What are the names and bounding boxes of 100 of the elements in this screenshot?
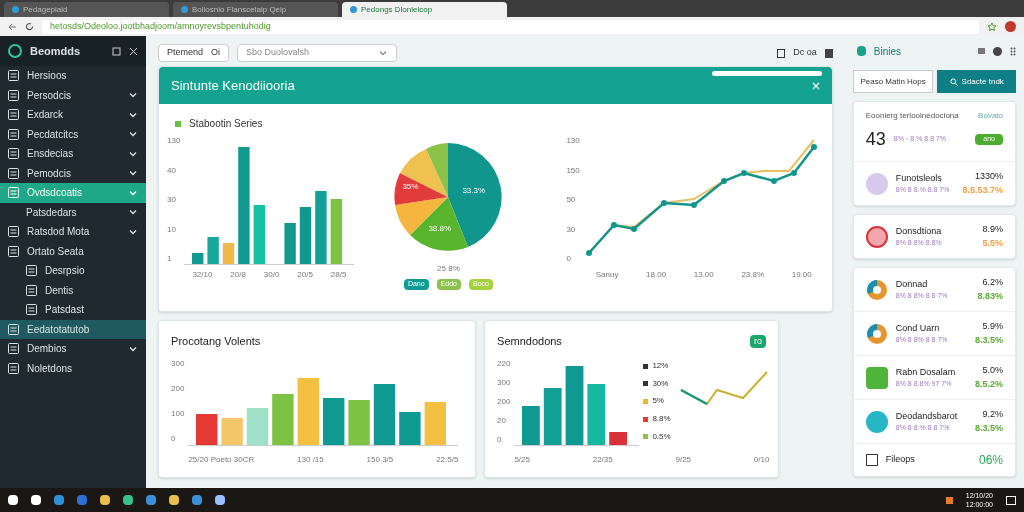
chart-bar (300, 207, 312, 265)
close-icon[interactable] (129, 46, 139, 56)
axis-tick: 9/25 (675, 453, 692, 466)
axis-tick: 150.3/5 (366, 453, 394, 466)
chart-bar (284, 223, 297, 265)
sidebar-item[interactable]: Ensdecias (0, 144, 147, 164)
summary-value: 43 (865, 128, 886, 151)
taskbar-app-icon[interactable] (100, 495, 110, 505)
entry-change: 8.5.2% (974, 377, 1003, 391)
sidebar-item[interactable]: Persodcis (0, 85, 147, 105)
chart-bar (207, 237, 220, 265)
browser-tab[interactable]: Pedongs Dlonleicop (342, 2, 507, 17)
sidebar-title: Beomdds (30, 43, 82, 59)
more-icon[interactable] (1010, 46, 1016, 56)
axis-tick: 0 (566, 253, 572, 265)
reload-icon[interactable] (25, 22, 34, 31)
axis-tick: 0/10 (753, 453, 770, 466)
search-button[interactable]: Sdacte tndk (937, 70, 1016, 93)
axis-tick: 5/25 (514, 453, 530, 466)
chart-bar (254, 205, 266, 265)
card-title: Sintunte Kenodiiooria (171, 76, 296, 95)
taskbar-app-icon[interactable] (215, 495, 225, 505)
entry-value: 8.9% (982, 223, 1003, 236)
sidebar-item[interactable]: Hersioos (0, 66, 147, 86)
taskbar-app-icon[interactable] (31, 495, 41, 505)
sidebar-item[interactable]: Noletdons (0, 358, 147, 378)
sidebar-item[interactable]: Exdarck (0, 105, 147, 125)
chart-bar (522, 405, 541, 446)
chart-bar (374, 383, 396, 446)
axis-tick: 0 (171, 433, 177, 446)
axis-tick: 130 /15 (297, 453, 324, 466)
sidebar-item[interactable]: Eedatotatutob (0, 319, 147, 339)
sidebar-item[interactable]: Ortato Seata (0, 241, 147, 261)
sidebar-item[interactable]: Pemodcis (0, 163, 147, 183)
sidebar-subitem[interactable]: Desrpsio (0, 261, 147, 281)
series-note: 30% (652, 377, 669, 390)
chart-bar (348, 399, 371, 446)
footer-value: 06% (978, 452, 1003, 469)
star-icon[interactable] (987, 21, 997, 32)
legend-swatch (175, 120, 182, 127)
toolbar-action[interactable]: Dc oa (793, 46, 817, 60)
avatar-icon[interactable] (1005, 21, 1016, 32)
sidebar-subitem[interactable]: Patsdedars (0, 202, 147, 222)
chart-bar (587, 383, 606, 446)
entry-name: Donsdtiona (895, 224, 943, 238)
axis-tick: 200 (171, 382, 185, 395)
card-title: Procotang Volents (171, 334, 262, 349)
chart-point (660, 200, 667, 206)
list-icon (26, 304, 37, 316)
browser-tab[interactable]: Bollosnio Flanscelaip Qeip (173, 2, 338, 17)
browser-icon (865, 278, 888, 301)
list-icon (8, 343, 19, 355)
axis-tick: 22.5/5 (436, 453, 459, 466)
taskbar-app-icon[interactable] (8, 495, 18, 505)
sidebar-item[interactable]: Ratsdod Mota (0, 222, 147, 242)
list-icon (26, 265, 37, 277)
back-icon[interactable] (8, 22, 17, 31)
sidebar-subitem[interactable]: Dentis (0, 280, 147, 300)
slice-label: 35% (402, 181, 419, 193)
sidebar-item[interactable]: Pecdatcitcs (0, 124, 147, 144)
sidebar-item[interactable]: Dembios (0, 339, 147, 359)
list-icon (8, 245, 19, 257)
entry-change: 8.5.53.7% (962, 183, 1003, 197)
chart-bar (544, 387, 562, 446)
search-field[interactable]: Sbo Duolovalsh (237, 44, 398, 62)
sidebar-subitem[interactable]: Patsdast (0, 300, 147, 320)
card-title: Semndodons (497, 334, 563, 349)
chart-point (585, 250, 592, 256)
address-bar[interactable]: hetosds/Odeoloo.jootbhadjoom/amnoyrevsbpentuhodig (42, 19, 979, 34)
axis-tick: 300 (497, 376, 511, 389)
list-icon (8, 89, 19, 101)
axis-tick: 20/5 (297, 269, 313, 281)
axis-tick: 130 (167, 135, 181, 147)
chart-point (720, 178, 727, 184)
series-note: 5% (652, 395, 664, 408)
browser-icon (865, 322, 888, 345)
chart-point (740, 170, 747, 176)
view-select[interactable]: Ptemend Oi (158, 44, 230, 62)
axis-tick: 13.00 (693, 269, 714, 281)
taskbar-app-icon[interactable] (169, 495, 179, 505)
axis-tick: 30 (167, 194, 177, 206)
axis-tick: 100 (171, 408, 185, 421)
axis-tick: 19.00 (791, 269, 812, 281)
list-icon (8, 128, 19, 140)
axis-tick: 28/5 (330, 269, 347, 281)
browser-tab[interactable]: Pedagepiaid (4, 2, 169, 17)
status-badge: ro (750, 334, 767, 348)
taskbar-app-icon[interactable] (123, 495, 133, 505)
tray-icon[interactable] (945, 496, 953, 504)
legend-label: Stabootin Series (189, 117, 263, 131)
list-icon (8, 187, 19, 199)
chart-bar (399, 411, 421, 446)
chart-bar (609, 431, 628, 446)
entry-name: Donnad (895, 277, 929, 291)
action-button[interactable]: Peaso Matin Hops (852, 70, 934, 93)
summary-label: Eoonlerg terloolnedociona (865, 110, 960, 122)
entry-change: 5.5% (982, 236, 1003, 250)
chart-bar (425, 401, 447, 446)
list-icon (8, 167, 19, 179)
axis-tick: 22/35 (592, 453, 613, 466)
